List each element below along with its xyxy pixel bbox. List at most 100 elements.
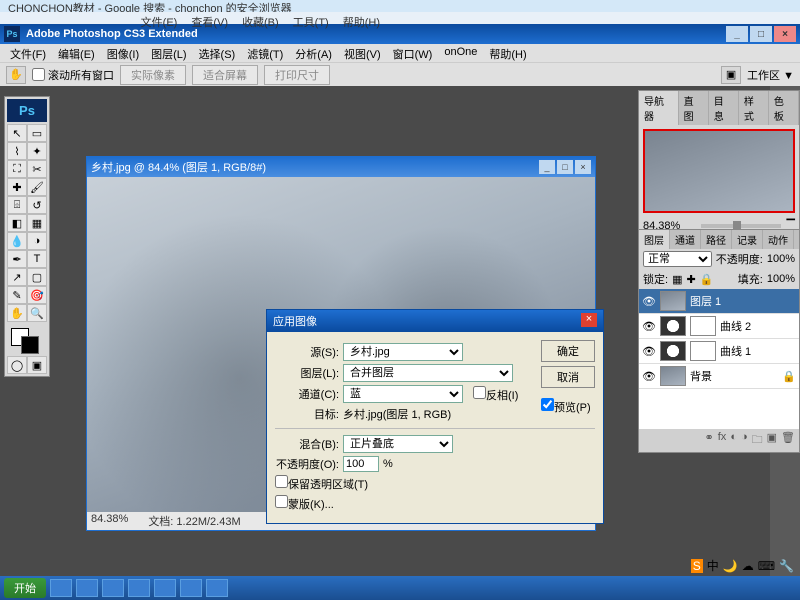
tab-history[interactable]: 记录 xyxy=(732,230,763,249)
adjustment-layer-icon[interactable]: ◑ xyxy=(741,431,748,450)
cancel-button[interactable]: 取消 xyxy=(541,366,595,388)
layer-mask-icon[interactable]: ◐ xyxy=(730,431,737,450)
start-button[interactable]: 开始 xyxy=(4,578,46,598)
lock-position-icon[interactable]: ✚ xyxy=(686,273,695,286)
layer-fx-icon[interactable]: fx xyxy=(718,431,727,450)
layer-group-icon[interactable]: 🗀 xyxy=(752,431,763,450)
dodge-tool[interactable]: ◑ xyxy=(27,232,47,250)
mask-checkbox[interactable]: 蒙版(K)... xyxy=(275,495,334,512)
taskbar-item[interactable] xyxy=(128,579,150,597)
visibility-icon[interactable]: 👁 xyxy=(642,320,656,333)
lasso-tool[interactable]: ⌇ xyxy=(7,142,27,160)
quickmask-tool[interactable]: ◯ xyxy=(7,356,27,374)
source-select[interactable]: 乡村.jpg xyxy=(343,343,463,361)
tab-paths[interactable]: 路径 xyxy=(701,230,732,249)
maximize-button[interactable]: □ xyxy=(750,26,772,42)
layer-name[interactable]: 曲线 2 xyxy=(720,318,751,334)
document-title-bar[interactable]: 乡村.jpg @ 84.4% (图层 1, RGB/8#) _□× xyxy=(87,157,595,177)
menu-view[interactable]: 视图(V) xyxy=(340,46,385,60)
doc-close-button[interactable]: × xyxy=(575,160,591,174)
tool-icon[interactable]: 🔧 xyxy=(779,559,794,573)
taskbar-item[interactable] xyxy=(50,579,72,597)
tab-histogram[interactable]: 直图 xyxy=(679,91,709,125)
taskbar-item[interactable] xyxy=(206,579,228,597)
slice-tool[interactable]: ✂ xyxy=(27,160,47,178)
menu-image[interactable]: 图像(I) xyxy=(103,46,143,60)
menu-window[interactable]: 窗口(W) xyxy=(389,46,437,60)
delete-layer-icon[interactable]: 🗑 xyxy=(781,431,795,450)
browser-menu-file[interactable]: 文件(E) xyxy=(141,14,178,22)
screenmode-tool[interactable]: ▣ xyxy=(27,356,47,374)
eraser-tool[interactable]: ◧ xyxy=(7,214,27,232)
layer-row[interactable]: 👁 曲线 1 xyxy=(639,339,799,364)
hand-tool-icon[interactable]: ✋ xyxy=(6,66,26,84)
type-tool[interactable]: T xyxy=(27,250,47,268)
taskbar-item[interactable] xyxy=(180,579,202,597)
opacity-input[interactable] xyxy=(343,456,379,472)
taskbar-item[interactable] xyxy=(102,579,124,597)
minimize-button[interactable]: _ xyxy=(726,26,748,42)
navigator-thumbnail[interactable] xyxy=(643,129,795,213)
menu-file[interactable]: 文件(F) xyxy=(6,46,50,60)
layer-select[interactable]: 合并图层 xyxy=(343,364,513,382)
layer-thumb[interactable] xyxy=(660,366,686,386)
tab-channels[interactable]: 通道 xyxy=(670,230,701,249)
visibility-icon[interactable]: 👁 xyxy=(642,295,656,308)
new-layer-icon[interactable]: ▣ xyxy=(767,431,777,450)
move-tool[interactable]: ↖ xyxy=(7,124,27,142)
tab-navigator[interactable]: 导航器 xyxy=(639,91,679,125)
menu-select[interactable]: 选择(S) xyxy=(195,46,240,60)
sogou-icon[interactable]: S xyxy=(691,559,703,573)
color-swatches[interactable] xyxy=(7,326,47,356)
blur-tool[interactable]: 💧 xyxy=(7,232,27,250)
layer-name[interactable]: 曲线 1 xyxy=(720,343,751,359)
layer-row[interactable]: 👁 曲线 2 xyxy=(639,314,799,339)
browser-tab-title[interactable]: CHONCHON教材 - Google 搜索 - chonchon 的安全浏览器 xyxy=(8,0,292,12)
layer-thumb[interactable] xyxy=(660,291,686,311)
tab-info[interactable]: 目息 xyxy=(709,91,739,125)
marquee-tool[interactable]: ▭ xyxy=(27,124,47,142)
menu-analysis[interactable]: 分析(A) xyxy=(291,46,336,60)
layer-thumb[interactable] xyxy=(660,316,686,336)
hand-tool[interactable]: ✋ xyxy=(7,304,27,322)
browser-menu-help[interactable]: 帮助(H) xyxy=(343,14,380,22)
gradient-tool[interactable]: ▦ xyxy=(27,214,47,232)
link-layers-icon[interactable]: ⚭ xyxy=(705,431,714,450)
zoom-tool[interactable]: 🔍 xyxy=(27,304,47,322)
invert-checkbox[interactable]: 反相(I) xyxy=(473,386,518,403)
doc-max-button[interactable]: □ xyxy=(557,160,573,174)
menu-help[interactable]: 帮助(H) xyxy=(485,46,530,60)
lock-pixels-icon[interactable]: ▦ xyxy=(672,273,682,286)
history-brush-tool[interactable]: ↺ xyxy=(27,196,47,214)
navigator-zoom-slider[interactable] xyxy=(701,224,781,228)
layer-name[interactable]: 图层 1 xyxy=(690,293,721,309)
keyboard-icon[interactable]: ⌨ xyxy=(758,559,775,573)
scroll-all-checkbox[interactable]: 滚动所有窗口 xyxy=(32,67,114,83)
doc-min-button[interactable]: _ xyxy=(539,160,555,174)
layer-row[interactable]: 👁 图层 1 xyxy=(639,289,799,314)
dialog-close-button[interactable]: × xyxy=(581,313,597,327)
layer-name[interactable]: 背景 xyxy=(690,368,712,384)
fit-screen-button[interactable]: 适合屏幕 xyxy=(192,65,258,85)
visibility-icon[interactable]: 👁 xyxy=(642,345,656,358)
zoom-readout[interactable]: 84.38% xyxy=(91,513,128,529)
taskbar-item[interactable] xyxy=(154,579,176,597)
notes-tool[interactable]: ✎ xyxy=(7,286,27,304)
shape-tool[interactable]: ▢ xyxy=(27,268,47,286)
browser-menu-tools[interactable]: 工具(T) xyxy=(293,14,329,22)
visibility-icon[interactable]: 👁 xyxy=(642,370,656,383)
crop-tool[interactable]: ⛶ xyxy=(7,160,27,178)
bridge-icon[interactable]: ▣ xyxy=(721,66,741,84)
lock-all-icon[interactable]: 🔒 xyxy=(700,273,714,286)
mask-thumb[interactable] xyxy=(690,316,716,336)
tab-styles[interactable]: 样式 xyxy=(739,91,769,125)
brush-tool[interactable]: 🖌 xyxy=(27,178,47,196)
menu-onone[interactable]: onOne xyxy=(440,46,481,60)
pen-tool[interactable]: ✒ xyxy=(7,250,27,268)
menu-edit[interactable]: 编辑(E) xyxy=(54,46,99,60)
layer-row[interactable]: 👁背景🔒 xyxy=(639,364,799,389)
wand-tool[interactable]: ✦ xyxy=(27,142,47,160)
menu-filter[interactable]: 滤镜(T) xyxy=(243,46,287,60)
mask-thumb[interactable] xyxy=(690,341,716,361)
close-button[interactable]: × xyxy=(774,26,796,42)
